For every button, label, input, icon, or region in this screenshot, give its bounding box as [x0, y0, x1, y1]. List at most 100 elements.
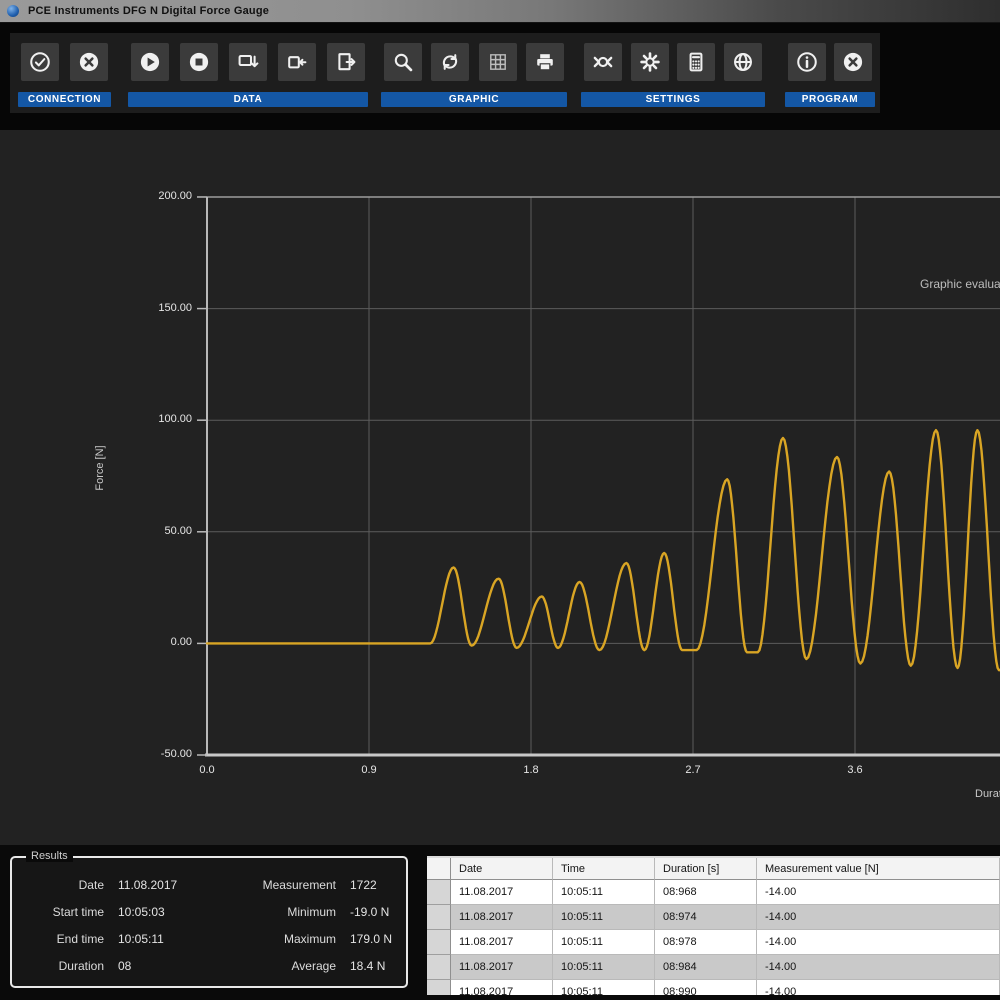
app-window: PCE Instruments DFG N Digital Force Gaug… — [0, 0, 1000, 1000]
row-header-cell[interactable] — [427, 955, 451, 980]
table-cell: 11.08.2017 — [451, 930, 553, 955]
refresh-button[interactable] — [431, 43, 470, 81]
chart-panel: Graphic evaluation Force [N] Duration [s… — [0, 130, 1000, 845]
stop-circle-icon — [189, 52, 209, 72]
toolbar-group-data: DATA — [128, 33, 368, 107]
table-cell: 11.08.2017 — [451, 905, 553, 930]
table-cell: 08:990 — [655, 980, 757, 995]
save-data-button[interactable] — [229, 43, 267, 81]
results-left-label: Date — [78, 878, 104, 892]
zoom-button[interactable] — [384, 43, 422, 81]
table-cell: 10:05:11 — [553, 880, 655, 905]
y-tick-label: 150.00 — [158, 301, 192, 314]
x-tick-label: 1.8 — [523, 764, 539, 776]
results-left-label: Start time — [52, 905, 104, 919]
y-tick-label: 100.00 — [158, 413, 192, 426]
table-cell: -14.00 — [757, 930, 1000, 955]
info-circle-icon — [797, 52, 817, 72]
results-left-value: 10:05:03 — [118, 905, 165, 919]
table-row[interactable]: 11.08.2017 10:05:11 08:974 -14.00 — [427, 905, 1000, 930]
row-header-cell[interactable] — [427, 930, 451, 955]
printer-icon — [537, 54, 553, 71]
device-settings-button[interactable] — [677, 43, 716, 81]
table-cell: 10:05:11 — [553, 930, 655, 955]
y-axis-label: Force [N] — [94, 445, 106, 491]
table-cell: 11.08.2017 — [451, 980, 553, 995]
toolbar-group-label: GRAPHIC — [381, 92, 567, 107]
table-cell: 08:968 — [655, 880, 757, 905]
gear-icon — [639, 52, 660, 72]
calculator-icon — [689, 52, 703, 72]
table-row[interactable]: 11.08.2017 10:05:11 08:968 -14.00 — [427, 880, 1000, 905]
x-tick-label: 0.0 — [199, 764, 215, 776]
print-button[interactable] — [525, 43, 564, 81]
table-cell: -14.00 — [757, 980, 1000, 995]
play-circle-icon — [140, 52, 160, 72]
results-left-value: 11.08.2017 — [118, 878, 178, 892]
calibration-button[interactable] — [584, 43, 622, 81]
results-right-value: 179.0 N — [350, 932, 393, 946]
table-cell: -14.00 — [757, 905, 1000, 930]
force-chart — [197, 196, 1000, 757]
bottom-panel: Results Date 11.08.2017 Measurement 1722 Sta… — [0, 845, 1000, 1000]
magnifier-icon — [394, 53, 413, 72]
device-read-icon — [288, 56, 307, 69]
results-left-value: 10:05:11 — [118, 932, 164, 946]
titlebar[interactable]: PCE Instruments DFG N Digital Force Gaug… — [0, 0, 1000, 23]
chart-title: Graphic evaluation — [920, 277, 1000, 291]
info-button[interactable] — [788, 43, 826, 81]
row-header-cell[interactable] — [427, 980, 451, 995]
toolbar-group-program: PROGRAM — [785, 33, 875, 107]
toolbar-group-connection: CONNECTION — [18, 33, 111, 107]
refresh-icon — [443, 54, 458, 70]
row-header-cell[interactable] — [427, 880, 451, 905]
table-cell: -14.00 — [757, 955, 1000, 980]
results-right-value: -19.0 N — [350, 905, 390, 919]
x-tick-label: 3.6 — [847, 764, 863, 776]
results-left-label: Duration — [58, 959, 104, 973]
table-cell: -14.00 — [757, 880, 1000, 905]
read-device-button[interactable] — [278, 43, 316, 81]
results-right-label: Average — [291, 959, 336, 973]
stop-measurement-button[interactable] — [180, 43, 218, 81]
results-grid: Date 11.08.2017 Measurement 1722 Start time 1… — [12, 858, 406, 973]
table-column-header[interactable]: Date — [451, 858, 553, 880]
data-transfer-icon — [238, 54, 259, 68]
results-left-value: 08 — [118, 959, 132, 973]
results-right-label: Maximum — [283, 932, 336, 946]
calibrate-icon — [593, 56, 613, 68]
connect-button[interactable] — [21, 43, 59, 81]
table-row[interactable]: 11.08.2017 10:05:11 08:990 -14.00 — [427, 980, 1000, 995]
language-button[interactable] — [723, 43, 762, 81]
table-row[interactable]: 11.08.2017 10:05:11 08:978 -14.00 — [427, 930, 1000, 955]
table-cell: 08:974 — [655, 905, 757, 930]
app-icon — [7, 5, 19, 17]
x-circle-icon — [79, 52, 99, 72]
y-tick-label: -50.00 — [160, 748, 192, 760]
results-left-label: End time — [56, 932, 104, 946]
table-cell: 10:05:11 — [553, 980, 655, 995]
table-row[interactable]: 11.08.2017 10:05:11 08:984 -14.00 — [427, 955, 1000, 980]
table-column-header[interactable]: Time — [553, 858, 655, 880]
force-curve — [205, 429, 1000, 672]
grid-icon — [489, 54, 506, 70]
row-header-cell[interactable] — [427, 905, 451, 930]
settings-button[interactable] — [630, 43, 669, 81]
table-column-header[interactable]: Duration [s] — [655, 858, 757, 880]
table-cell: 10:05:11 — [553, 905, 655, 930]
results-right-value: 18.4 N — [350, 959, 386, 973]
toolbar-group-label: SETTINGS — [581, 92, 765, 107]
globe-icon — [734, 53, 752, 71]
table-column-header[interactable]: Measurement value [N] — [757, 858, 1000, 880]
start-measurement-button[interactable] — [131, 43, 169, 81]
window-title: PCE Instruments DFG N Digital Force Gaug… — [28, 5, 270, 17]
disconnect-button[interactable] — [70, 43, 108, 81]
exit-button[interactable] — [834, 43, 872, 81]
measurement-table[interactable]: Date Time Duration [s] Measurement value [N… — [427, 856, 1000, 995]
y-tick-label: 0.00 — [170, 636, 192, 649]
grid-button[interactable] — [478, 43, 517, 81]
check-circle-icon — [30, 52, 50, 72]
results-groupbox: Results Date 11.08.2017 Measurement 1722 Sta… — [10, 850, 408, 988]
export-data-button[interactable] — [327, 43, 365, 81]
results-legend: Results — [26, 850, 73, 862]
